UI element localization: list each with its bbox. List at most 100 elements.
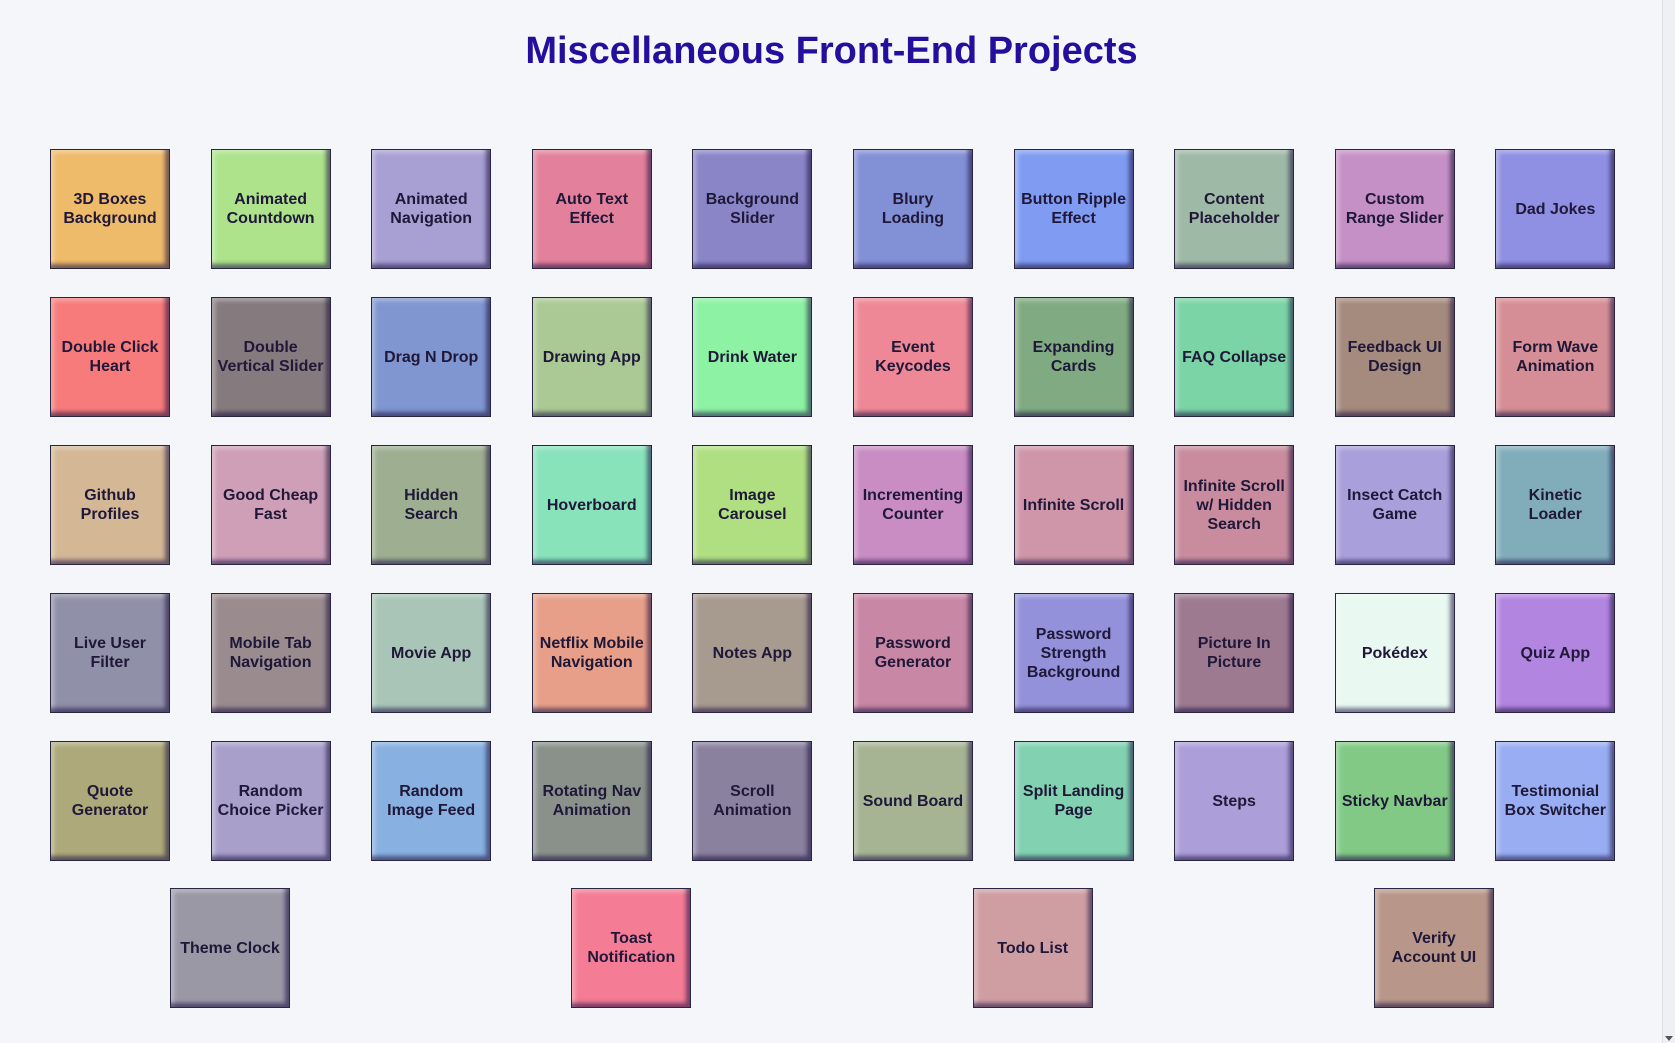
- project-card-expanding-cards[interactable]: Expanding Cards: [1013, 297, 1134, 417]
- project-card-drag-n-drop[interactable]: Drag N Drop: [371, 297, 492, 417]
- project-card-label: Drawing App: [542, 348, 641, 366]
- project-card-password-strength-background[interactable]: Password Strength Background: [1013, 593, 1134, 713]
- project-card-label: Picture In Picture: [1197, 635, 1271, 671]
- project-card-label: Blury Loading: [881, 191, 945, 227]
- project-card-3d-boxes-background[interactable]: 3D Boxes Background: [50, 149, 170, 269]
- page-title: Miscellaneous Front-End Projects: [525, 30, 1138, 72]
- project-card-label: Rotating Nav Animation: [542, 783, 642, 819]
- project-card-live-user-filter[interactable]: Live User Filter: [50, 593, 170, 713]
- project-card-kinetic-loader[interactable]: Kinetic Loader: [1495, 445, 1616, 565]
- project-card-label: Kinetic Loader: [1528, 487, 1583, 523]
- vertical-scrollbar[interactable]: [1662, 0, 1675, 1043]
- project-card-steps[interactable]: Steps: [1174, 741, 1295, 861]
- project-card-testimonial-box-switcher[interactable]: Testimonial Box Switcher: [1495, 741, 1616, 861]
- project-card-label: Hoverboard: [546, 496, 637, 514]
- project-card-label: Netflix Mobile Navigation: [539, 635, 644, 671]
- project-card-blury-loading[interactable]: Blury Loading: [852, 149, 973, 269]
- project-card-label: Split Landing Page: [1022, 783, 1125, 819]
- project-card-random-image-feed[interactable]: Random Image Feed: [371, 741, 492, 861]
- project-card-animated-countdown[interactable]: Animated Countdown: [210, 149, 331, 269]
- project-card-infinite-scroll-w-hidden-search[interactable]: Infinite Scroll w/ Hidden Search: [1174, 445, 1295, 565]
- project-card-image-carousel[interactable]: Image Carousel: [692, 445, 813, 565]
- project-card-faq-collapse[interactable]: FAQ Collapse: [1174, 297, 1295, 417]
- project-card-label: Incrementing Counter: [862, 487, 964, 523]
- project-card-label: Dad Jokes: [1515, 200, 1596, 218]
- project-card-label: Event Keycodes: [875, 339, 951, 375]
- project-card-insect-catch-game[interactable]: Insect Catch Game: [1334, 445, 1455, 565]
- project-card-label: Quiz App: [1520, 644, 1591, 662]
- project-card-label: Github Profiles: [80, 487, 140, 523]
- project-card-label: Quote Generator: [71, 783, 149, 819]
- project-card-label: Button Ripple Effect: [1021, 191, 1126, 227]
- scroll-down-arrow-icon[interactable]: [1665, 1036, 1673, 1041]
- project-card-label: Background Slider: [705, 191, 800, 227]
- project-grid: 3D Boxes Background Animated Countdown Ani…: [50, 149, 1616, 861]
- project-card-infinite-scroll[interactable]: Infinite Scroll: [1013, 445, 1134, 565]
- project-card-content-placeholder[interactable]: Content Placeholder: [1174, 149, 1295, 269]
- project-card-label: Random Image Feed: [387, 783, 476, 819]
- project-card-label: Form Wave Animation: [1512, 339, 1599, 375]
- project-card-picture-in-picture[interactable]: Picture In Picture: [1174, 593, 1295, 713]
- project-card-label: Sticky Navbar: [1341, 792, 1448, 810]
- project-card-notes-app[interactable]: Notes App: [692, 593, 813, 713]
- project-card-pok-dex[interactable]: Pokédex: [1334, 593, 1455, 713]
- project-card-verify-account-ui[interactable]: Verify Account UI: [1373, 888, 1494, 1008]
- project-card-label: Animated Navigation: [390, 191, 473, 227]
- project-card-label: Infinite Scroll w/ Hidden Search: [1183, 477, 1285, 533]
- project-card-background-slider[interactable]: Background Slider: [692, 149, 813, 269]
- project-card-label: Feedback UI Design: [1347, 339, 1442, 375]
- project-card-scroll-animation[interactable]: Scroll Animation: [692, 741, 813, 861]
- project-card-mobile-tab-navigation[interactable]: Mobile Tab Navigation: [210, 593, 331, 713]
- project-card-button-ripple-effect[interactable]: Button Ripple Effect: [1013, 149, 1134, 269]
- project-card-todo-list[interactable]: Todo List: [972, 888, 1093, 1008]
- project-card-label: Pokédex: [1361, 644, 1428, 662]
- project-card-split-landing-page[interactable]: Split Landing Page: [1013, 741, 1134, 861]
- project-grid-last-row: Theme Clock Toast Notification Todo List Ve…: [170, 888, 1494, 1008]
- project-card-label: Expanding Cards: [1032, 339, 1115, 375]
- project-card-label: Drink Water: [707, 348, 797, 366]
- project-card-label: Steps: [1212, 792, 1256, 810]
- project-card-double-click-heart[interactable]: Double Click Heart: [50, 297, 170, 417]
- project-card-label: Double Click Heart: [61, 339, 159, 375]
- project-card-label: Movie App: [391, 644, 472, 662]
- project-card-label: Todo List: [997, 939, 1069, 957]
- project-card-label: Double Vertical Slider: [217, 339, 324, 375]
- project-card-double-vertical-slider[interactable]: Double Vertical Slider: [210, 297, 331, 417]
- project-card-event-keycodes[interactable]: Event Keycodes: [852, 297, 973, 417]
- project-card-drawing-app[interactable]: Drawing App: [531, 297, 652, 417]
- project-card-sound-board[interactable]: Sound Board: [852, 741, 973, 861]
- project-card-form-wave-animation[interactable]: Form Wave Animation: [1495, 297, 1616, 417]
- project-card-hidden-search[interactable]: Hidden Search: [371, 445, 492, 565]
- project-card-movie-app[interactable]: Movie App: [371, 593, 492, 713]
- project-card-label: Content Placeholder: [1188, 191, 1280, 227]
- project-card-label: Password Generator: [874, 635, 952, 671]
- project-card-netflix-mobile-navigation[interactable]: Netflix Mobile Navigation: [531, 593, 652, 713]
- project-card-label: Infinite Scroll: [1022, 496, 1125, 514]
- project-card-label: 3D Boxes Background: [63, 191, 157, 227]
- project-card-github-profiles[interactable]: Github Profiles: [50, 445, 170, 565]
- project-card-label: Image Carousel: [718, 487, 787, 523]
- project-card-drink-water[interactable]: Drink Water: [692, 297, 813, 417]
- project-card-label: Scroll Animation: [713, 783, 792, 819]
- project-card-good-cheap-fast[interactable]: Good Cheap Fast: [210, 445, 331, 565]
- project-card-label: Custom Range Slider: [1345, 191, 1444, 227]
- project-card-dad-jokes[interactable]: Dad Jokes: [1495, 149, 1616, 269]
- project-card-password-generator[interactable]: Password Generator: [852, 593, 973, 713]
- project-card-label: Toast Notification: [587, 930, 676, 966]
- project-card-label: Testimonial Box Switcher: [1504, 783, 1607, 819]
- project-card-label: Verify Account UI: [1391, 930, 1477, 966]
- project-card-rotating-nav-animation[interactable]: Rotating Nav Animation: [531, 741, 652, 861]
- project-card-random-choice-picker[interactable]: Random Choice Picker: [210, 741, 331, 861]
- project-card-sticky-navbar[interactable]: Sticky Navbar: [1334, 741, 1455, 861]
- project-card-animated-navigation[interactable]: Animated Navigation: [371, 149, 492, 269]
- project-card-incrementing-counter[interactable]: Incrementing Counter: [852, 445, 973, 565]
- project-card-custom-range-slider[interactable]: Custom Range Slider: [1334, 149, 1455, 269]
- project-card-theme-clock[interactable]: Theme Clock: [170, 888, 290, 1008]
- project-card-auto-text-effect[interactable]: Auto Text Effect: [531, 149, 652, 269]
- project-card-label: Random Choice Picker: [217, 783, 324, 819]
- project-card-feedback-ui-design[interactable]: Feedback UI Design: [1334, 297, 1455, 417]
- project-card-hoverboard[interactable]: Hoverboard: [531, 445, 652, 565]
- project-card-quiz-app[interactable]: Quiz App: [1495, 593, 1616, 713]
- project-card-quote-generator[interactable]: Quote Generator: [50, 741, 170, 861]
- project-card-toast-notification[interactable]: Toast Notification: [571, 888, 692, 1008]
